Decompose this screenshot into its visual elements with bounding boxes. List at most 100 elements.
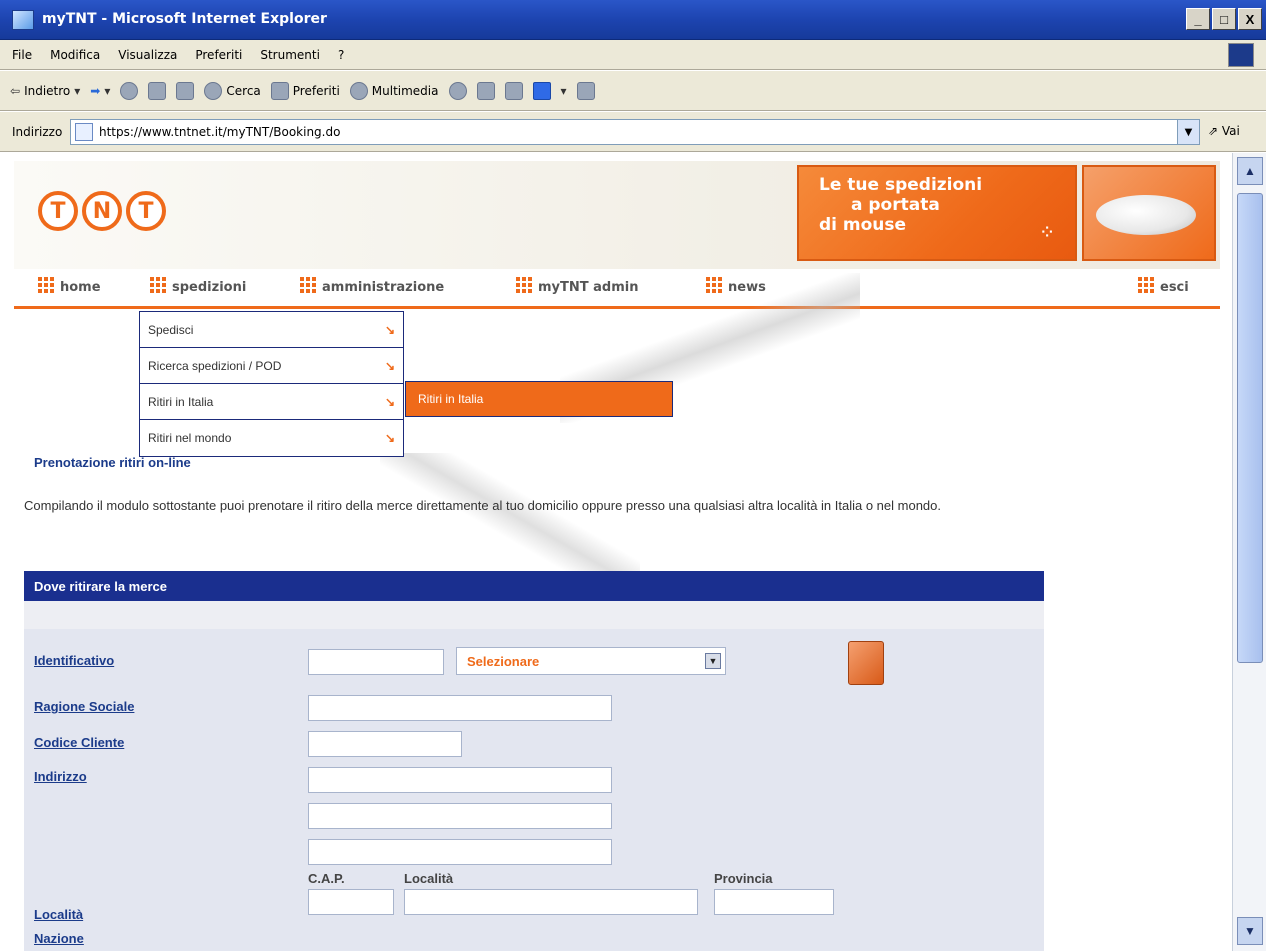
ragione-sociale-label[interactable]: Ragione Sociale — [34, 699, 134, 714]
back-arrow-icon: ⇦ — [10, 83, 21, 98]
ragione-sociale-input[interactable] — [308, 695, 612, 721]
chevron-down-icon: ▼ — [705, 653, 721, 669]
indirizzo-label[interactable]: Indirizzo — [34, 769, 87, 784]
nav-home[interactable]: home — [38, 277, 101, 295]
notes-icon[interactable] — [576, 81, 595, 100]
windows-logo-icon — [1228, 43, 1254, 67]
search-button[interactable]: Cerca — [204, 81, 261, 100]
back-label: Indietro — [24, 83, 71, 98]
menu-strumenti[interactable]: Strumenti — [260, 48, 320, 62]
dots-icon — [516, 277, 532, 295]
nav-spedizioni[interactable]: spedizioni — [150, 277, 246, 295]
nav-esci[interactable]: esci — [1138, 277, 1189, 295]
mail-icon[interactable] — [476, 81, 495, 100]
select-value: Selezionare — [467, 653, 540, 669]
scroll-up-button[interactable]: ▲ — [1237, 157, 1263, 185]
media-icon — [349, 81, 368, 100]
form-spacer — [24, 601, 1044, 629]
scroll-thumb[interactable] — [1237, 193, 1263, 663]
identificativo-select[interactable]: Selezionare ▼ — [456, 647, 726, 675]
menu-item-ritiri-italia[interactable]: Ritiri in Italia ↘ — [140, 384, 403, 420]
ie-icon — [12, 10, 34, 30]
nav-spedizioni-label: spedizioni — [172, 280, 247, 295]
go-button[interactable]: ⇗ Vai — [1208, 124, 1240, 138]
window-controls: _ □ X — [1186, 8, 1262, 30]
menu-item-spedisci[interactable]: Spedisci ↘ — [140, 312, 403, 348]
chevron-down-icon: ▾ — [74, 83, 81, 98]
history-icon[interactable] — [448, 81, 467, 100]
address-label: Indirizzo — [12, 124, 63, 139]
cap-input[interactable] — [308, 889, 394, 915]
menu-visualizza[interactable]: Visualizza — [118, 48, 177, 62]
mouse-image — [1082, 165, 1216, 261]
stop-icon[interactable] — [120, 81, 139, 100]
menu-item-ricerca[interactable]: Ricerca spedizioni / POD ↘ — [140, 348, 403, 384]
home-icon[interactable] — [176, 81, 195, 100]
arrow-icon: ↘ — [384, 322, 395, 337]
menu-modifica[interactable]: Modifica — [50, 48, 100, 62]
menu-preferiti[interactable]: Preferiti — [195, 48, 242, 62]
identificativo-label[interactable]: Identificativo — [34, 653, 114, 668]
banner-line-1: Le tue spedizioni — [819, 175, 983, 195]
page-title: Prenotazione ritiri on-line — [34, 455, 191, 470]
nazione-label[interactable]: Nazione — [34, 931, 84, 946]
address-dropdown[interactable]: ▼ — [1177, 120, 1199, 144]
provincia-input[interactable] — [714, 889, 834, 915]
menu-item-label: Ritiri in Italia — [148, 394, 214, 409]
codice-cliente-label[interactable]: Codice Cliente — [34, 735, 124, 750]
chevron-down-icon: ▾ — [104, 83, 111, 98]
address-input[interactable]: https://www.tntnet.it/myTNT/Booking.do ▼ — [70, 119, 1200, 145]
print-icon[interactable] — [504, 81, 523, 100]
dots-icon — [1138, 277, 1154, 295]
logo-letter-t: T — [126, 191, 166, 231]
chevron-down-icon[interactable]: ▾ — [561, 84, 567, 98]
provincia-label: Provincia — [714, 871, 773, 886]
menu-help[interactable]: ? — [338, 48, 344, 62]
indirizzo-input-1[interactable] — [308, 767, 612, 793]
maximize-button[interactable]: □ — [1212, 8, 1236, 30]
arrow-icon: ↘ — [384, 358, 395, 373]
indirizzo-input-2[interactable] — [308, 803, 612, 829]
media-label: Multimedia — [371, 83, 439, 98]
localita-column-label: Località — [404, 871, 454, 886]
refresh-icon[interactable] — [148, 81, 167, 100]
address-book-icon[interactable] — [848, 641, 884, 685]
search-label: Cerca — [226, 83, 261, 98]
forward-button[interactable]: ➡ ▾ — [90, 84, 110, 98]
identificativo-input[interactable] — [308, 649, 444, 675]
dots-icon — [150, 277, 166, 295]
dots-icon — [38, 277, 54, 295]
favorites-button[interactable]: Preferiti — [270, 81, 340, 100]
arrow-icon: ↘ — [384, 431, 395, 445]
back-button[interactable]: ⇦ Indietro ▾ — [10, 84, 80, 98]
promo-banner[interactable]: Le tue spedizioni a portata di mouse ⁘ — [797, 165, 1077, 261]
submenu-ritiri-italia[interactable]: Ritiri in Italia — [405, 381, 673, 417]
forward-arrow-icon: ➡ — [90, 83, 101, 98]
cap-label: C.A.P. — [308, 871, 345, 886]
spedizioni-dropdown-menu: Spedisci ↘ Ricerca spedizioni / POD ↘ Ri… — [139, 311, 404, 457]
codice-cliente-input[interactable] — [308, 731, 462, 757]
menu-item-label: Spedisci — [148, 322, 194, 337]
banner-line-3: di mouse — [819, 215, 907, 235]
address-url: https://www.tntnet.it/myTNT/Booking.do — [99, 125, 341, 139]
menu-bar: File Modifica Visualizza Preferiti Strum… — [0, 40, 1266, 70]
menu-item-label: Ritiri nel mondo — [148, 431, 232, 445]
menu-item-ritiri-mondo[interactable]: Ritiri nel mondo ↘ — [140, 420, 403, 456]
localita-input[interactable] — [404, 889, 698, 915]
localita-label[interactable]: Località — [34, 907, 83, 922]
minimize-button[interactable]: _ — [1186, 8, 1210, 30]
title-bar: myTNT - Microsoft Internet Explorer _ □ … — [0, 0, 1266, 40]
nav-home-label: home — [60, 280, 101, 295]
close-button[interactable]: X — [1238, 8, 1262, 30]
menu-file[interactable]: File — [12, 48, 32, 62]
toolbar: ⇦ Indietro ▾ ➡ ▾ Cerca Preferiti Multime… — [0, 71, 1266, 111]
scroll-down-button[interactable]: ▼ — [1237, 917, 1263, 945]
tnt-logo[interactable]: T N T — [38, 191, 166, 231]
messenger-icon[interactable] — [532, 81, 551, 100]
vertical-scrollbar[interactable]: ▲ ▼ — [1232, 153, 1266, 951]
intro-text: Compilando il modulo sottostante puoi pr… — [24, 498, 942, 513]
indirizzo-input-3[interactable] — [308, 839, 612, 865]
page-content: T N T Le tue spedizioni a portata di mou… — [0, 153, 1232, 951]
media-button[interactable]: Multimedia — [349, 81, 439, 100]
nav-amministrazione[interactable]: amministrazione — [300, 277, 444, 295]
